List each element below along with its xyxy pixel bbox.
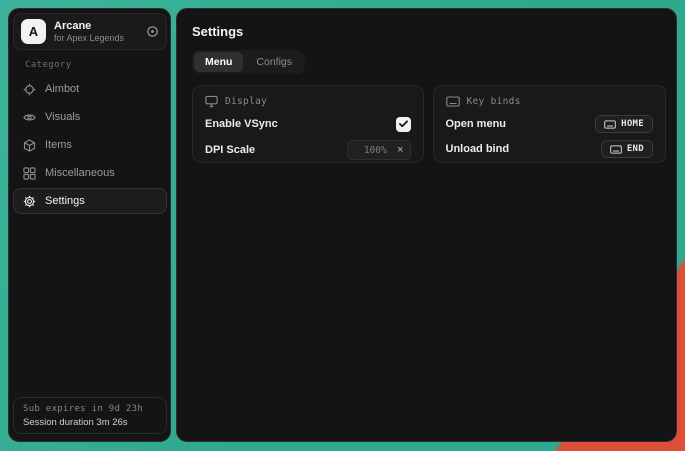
check-icon bbox=[399, 120, 408, 128]
vsync-label: Enable VSync bbox=[205, 118, 278, 130]
keyboard-icon bbox=[604, 120, 616, 129]
dpi-scale-label: DPI Scale bbox=[205, 144, 255, 156]
display-card: Display Enable VSync DPI Scale 100% × bbox=[192, 85, 424, 163]
dpi-scale-value: 100% bbox=[354, 145, 398, 156]
vsync-row: Enable VSync bbox=[205, 115, 411, 133]
main-panel: Settings Menu Configs Display Enable VSy… bbox=[176, 8, 677, 442]
target-icon[interactable] bbox=[146, 25, 159, 38]
app-logo: A bbox=[21, 19, 46, 44]
sub-expiry-text: Sub expires in 9d 23h bbox=[23, 404, 157, 414]
keybinds-card: Key binds Open menu HOME Unload bind bbox=[433, 85, 667, 163]
unload-key-label: END bbox=[627, 144, 644, 154]
package-icon bbox=[23, 139, 36, 152]
gear-icon bbox=[23, 195, 36, 208]
sidebar-item-label: Visuals bbox=[45, 111, 80, 123]
settings-cards-row: Display Enable VSync DPI Scale 100% × bbox=[192, 85, 666, 163]
tab-configs[interactable]: Configs bbox=[245, 52, 303, 72]
app-title-block: Arcane for Apex Legends bbox=[54, 20, 124, 44]
sidebar-item-settings[interactable]: Settings bbox=[13, 188, 167, 214]
crosshair-icon bbox=[23, 83, 36, 96]
dpi-scale-input[interactable]: 100% × bbox=[347, 140, 411, 160]
desktop-background: { "colors": { "background_teal": "#2fa98… bbox=[0, 0, 685, 451]
grid-icon bbox=[23, 167, 36, 180]
subscription-info-box: Sub expires in 9d 23h Session duration 3… bbox=[13, 397, 167, 434]
dpi-scale-row: DPI Scale 100% × bbox=[205, 140, 411, 160]
vsync-checkbox[interactable] bbox=[396, 117, 411, 132]
app-subtitle: for Apex Legends bbox=[54, 33, 124, 44]
page-title: Settings bbox=[192, 24, 676, 39]
category-label: Category bbox=[25, 60, 170, 70]
sidebar-item-items[interactable]: Items bbox=[13, 132, 167, 158]
app-header: A Arcane for Apex Legends bbox=[13, 13, 167, 50]
open-menu-row: Open menu HOME bbox=[446, 115, 654, 133]
eye-icon bbox=[23, 111, 36, 124]
clear-icon[interactable]: × bbox=[397, 145, 403, 156]
unload-keybind-button[interactable]: END bbox=[601, 140, 653, 158]
keybinds-card-header: Key binds bbox=[446, 95, 654, 108]
sidebar-item-aimbot[interactable]: Aimbot bbox=[13, 76, 167, 102]
monitor-icon bbox=[205, 95, 218, 108]
session-duration-text: Session duration 3m 26s bbox=[23, 417, 157, 428]
unload-bind-row: Unload bind END bbox=[446, 140, 654, 158]
app-name: Arcane bbox=[54, 20, 124, 33]
keyboard-icon bbox=[446, 95, 460, 108]
keyboard-icon bbox=[610, 145, 622, 154]
sidebar-item-visuals[interactable]: Visuals bbox=[13, 104, 167, 130]
display-card-title: Display bbox=[225, 96, 267, 107]
open-menu-label: Open menu bbox=[446, 118, 507, 130]
open-menu-key-label: HOME bbox=[621, 119, 644, 129]
sidebar-nav: Aimbot Visuals Items bbox=[13, 76, 167, 214]
settings-tabbar: Menu Configs bbox=[192, 50, 305, 74]
tab-menu[interactable]: Menu bbox=[194, 52, 243, 72]
display-card-header: Display bbox=[205, 95, 411, 108]
sidebar-item-label: Miscellaneous bbox=[45, 167, 115, 179]
open-menu-keybind-button[interactable]: HOME bbox=[595, 115, 653, 133]
sidebar-panel: A Arcane for Apex Legends Category Aimbo… bbox=[8, 8, 171, 442]
sidebar-item-miscellaneous[interactable]: Miscellaneous bbox=[13, 160, 167, 186]
sidebar-item-label: Items bbox=[45, 139, 72, 151]
sidebar-item-label: Settings bbox=[45, 195, 85, 207]
keybinds-card-title: Key binds bbox=[467, 96, 521, 107]
sidebar-item-label: Aimbot bbox=[45, 83, 79, 95]
unload-bind-label: Unload bind bbox=[446, 143, 510, 155]
